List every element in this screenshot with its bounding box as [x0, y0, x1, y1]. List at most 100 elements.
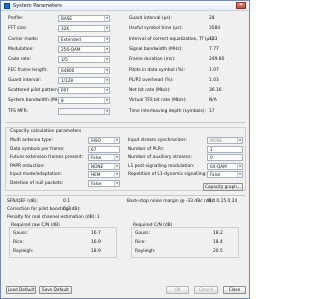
capacity-param-input[interactable]: HEM ▾ [88, 171, 120, 179]
cancel-button[interactable]: Cancel [194, 286, 218, 294]
capacity-param-input-value: NONE [91, 163, 104, 169]
capacity-param-input-value: False [210, 172, 221, 178]
title-bar: System Parameters ✕ [1, 1, 249, 11]
chevron-down-icon[interactable]: ▾ [114, 138, 119, 143]
profile-select-value: BASE [61, 16, 73, 21]
capacity-param-input[interactable]: False ▾ [88, 180, 120, 187]
capacity-param-label: Input mode/adaptation: [10, 172, 62, 178]
app-icon [4, 3, 10, 9]
result-label: Useful symbol time (μs): [129, 26, 183, 32]
fec_frame_length-label: FEC frame length: [8, 67, 48, 73]
system_bandwidth-select[interactable]: 8 ▾ [58, 97, 110, 105]
modulation-select-value: 256-QAM [61, 46, 81, 52]
result-label: PL/P2 overhead (%): [129, 77, 174, 83]
result-label: Interval of correct equalization, Tf (μs… [129, 36, 215, 42]
capacity-param-input[interactable]: 1 [207, 145, 243, 153]
system_bandwidth-select-value: 8 [61, 98, 64, 104]
chevron-down-icon[interactable]: ▾ [114, 172, 119, 178]
cn-channel-label: Gauss: [135, 231, 150, 236]
load-default-button[interactable]: Load Default [6, 286, 36, 294]
chevron-down-icon[interactable]: ▾ [104, 88, 109, 94]
fec_frame_length-select-value: 64800 [61, 67, 75, 73]
sfn-qef-label: SFN/QEF (dB): [7, 199, 38, 204]
result-value: 1.03 [209, 77, 219, 83]
result-value: 133 [209, 36, 218, 42]
result-value: 17 [209, 108, 215, 114]
carrier_mode-select[interactable]: Extended ▾ [58, 35, 110, 43]
chevron-down-icon[interactable]: ▾ [104, 36, 109, 42]
profile-select[interactable]: BASE ▾ [58, 15, 110, 22]
window-title: System Parameters [13, 3, 62, 9]
chevron-down-icon[interactable]: ▾ [237, 163, 242, 169]
sfn-qef-value: 0.1 [63, 199, 70, 204]
separator [5, 122, 245, 123]
capacity-param-input[interactable]: 0 [207, 154, 243, 162]
cn-channel-label: Gauss: [13, 231, 28, 236]
chevron-down-icon[interactable]: ▾ [104, 98, 109, 104]
result-value: 1.07 [209, 67, 219, 73]
save-default-button[interactable]: Save Default [39, 286, 72, 294]
result-label: Virtual TFS bit rate (Mb/s): [129, 98, 187, 104]
chevron-down-icon[interactable]: ▾ [104, 16, 109, 21]
carrier_mode-label: Carrier mode: [8, 36, 39, 42]
fft_size-label: FFT size: [8, 26, 28, 32]
scattered_pilot_pattern-label: Scattered pilot pattern: [8, 88, 60, 94]
cn-channel-value: 18.4 [213, 240, 223, 245]
capacity-param-input[interactable]: False ▾ [207, 171, 243, 179]
chevron-down-icon[interactable]: ▾ [114, 181, 119, 186]
capacity-param-input[interactable]: False ▾ [88, 154, 120, 162]
guard_interval-select[interactable]: 1/128 ▾ [58, 76, 110, 84]
chevron-down-icon[interactable]: ▾ [114, 163, 119, 169]
capacity-param-label: Multi antenna type: [10, 138, 53, 143]
chevron-down-icon[interactable]: ▾ [237, 138, 242, 143]
carrier_mode-select-value: Extended [61, 36, 81, 42]
scattered_pilot_pattern-select[interactable]: PP7 ▾ [58, 87, 110, 95]
code_rate-select[interactable]: 3/5 ▾ [58, 56, 110, 64]
capacity-param-label: Input stream synchronizer: [128, 138, 188, 143]
scattered_pilot_pattern-select-value: PP7 [61, 88, 69, 94]
channel-estimation-penalty-value: 1 [97, 215, 100, 220]
ok-button[interactable]: OK [166, 286, 189, 294]
fec_frame_length-select[interactable]: 64800 ▾ [58, 66, 110, 74]
chevron-down-icon[interactable]: ▾ [114, 155, 119, 161]
capacity-param-input-value: SISO [91, 138, 101, 143]
cn-channel-label: Rice: [135, 240, 146, 245]
capacity-param-label: Repetition of L1-dynamic signalling: [128, 172, 207, 178]
chevron-down-icon[interactable]: ▾ [104, 46, 109, 52]
capacity-param-input-value: 64-QAM [210, 163, 227, 169]
chevron-down-icon[interactable]: ▾ [104, 77, 109, 83]
capacity-param-label: Number of auxiliary streams: [128, 155, 193, 161]
cn-channel-label: Rice: [13, 240, 24, 245]
capacity-param-input-value: False [91, 155, 102, 161]
capacity-param-input[interactable]: NONE ▾ [88, 162, 120, 170]
capacity-param-input-value: False [91, 181, 102, 186]
channel-estimation-penalty-label: Penalty for real channel estimation (dB)… [7, 215, 96, 220]
capacity-param-input[interactable]: SISO ▾ [88, 137, 120, 144]
result-label: Net bit rate (Mb/s): [129, 88, 171, 94]
capacity-graph-button[interactable]: Capacity graph... [203, 183, 243, 191]
separator [5, 195, 245, 196]
capacity-param-label: Deletion of null packets: [10, 181, 64, 186]
chevron-down-icon[interactable]: ▾ [104, 26, 109, 32]
chevron-down-icon[interactable]: ▾ [104, 57, 109, 63]
tfs_mfr-label: TFS MFR: [8, 108, 29, 114]
tfs_mfr-select[interactable]: ▾ [58, 107, 110, 115]
fft_size-select[interactable]: 32K ▾ [58, 25, 110, 33]
capacity-param-input-value: HEM [91, 172, 101, 178]
capacity-param-label: PAPR reduction: [10, 163, 45, 169]
close-window-button[interactable]: ✕ [236, 2, 246, 9]
result-label: Guard interval (μs): [129, 16, 172, 21]
modulation-select[interactable]: 256-QAM ▾ [58, 45, 110, 53]
result-value: 28 [209, 16, 215, 21]
capacity-param-input[interactable]: NONE ▾ [207, 137, 243, 144]
modulation-label: Modulation: [8, 46, 34, 52]
cn-channel-value: 20.5 [213, 249, 223, 254]
chevron-down-icon[interactable]: ▾ [104, 108, 109, 114]
capacity-param-input[interactable]: 64-QAM ▾ [207, 162, 243, 170]
capacity-param-label: L1 post-signalling modulation: [128, 163, 195, 169]
result-value: 249.80 [209, 57, 225, 63]
capacity-param-input[interactable]: 67 [88, 145, 120, 153]
resize-grip-icon[interactable]: ⋰ [243, 292, 248, 297]
chevron-down-icon[interactable]: ▾ [237, 172, 242, 178]
chevron-down-icon[interactable]: ▾ [104, 67, 109, 73]
